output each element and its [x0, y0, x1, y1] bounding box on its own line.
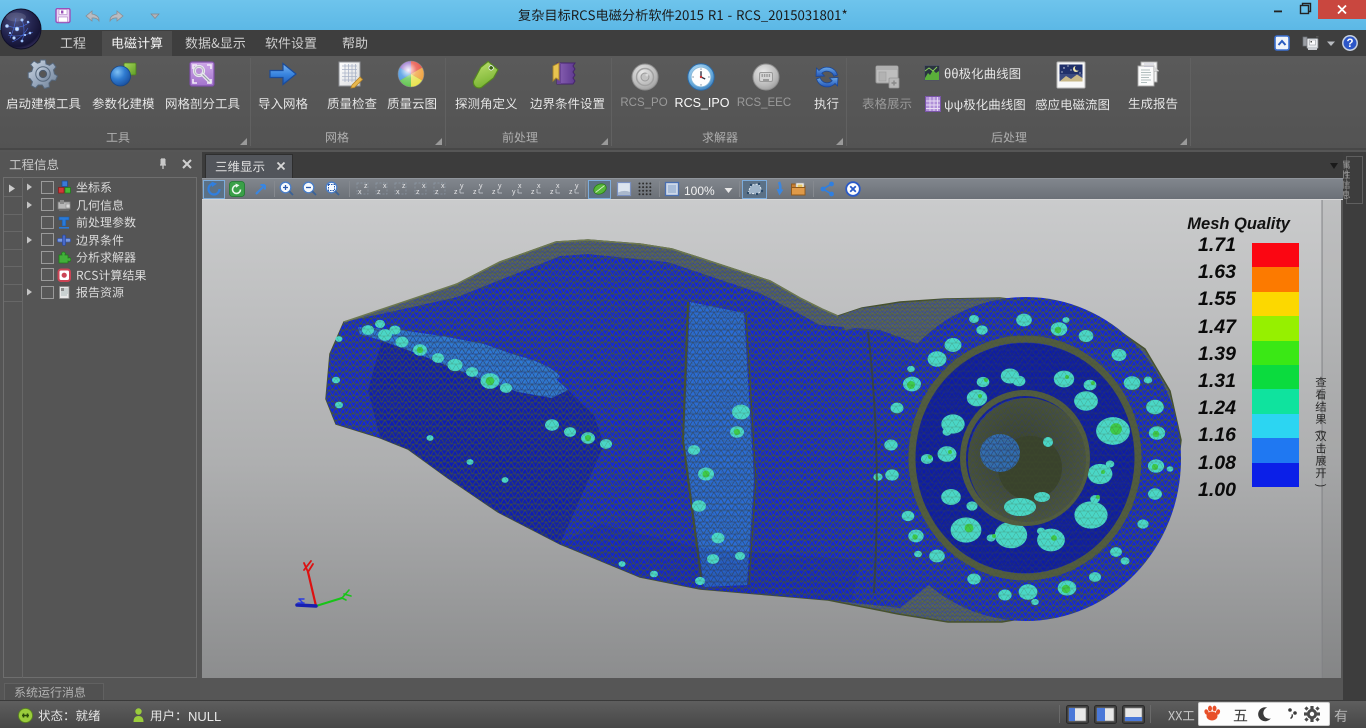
svg-text:x: x [556, 183, 560, 190]
svg-text:x: x [518, 183, 522, 190]
svg-text:z: z [492, 189, 496, 196]
svg-text:z: z [454, 189, 458, 196]
svg-text:z: z [473, 189, 477, 196]
svg-text:y: y [575, 183, 579, 190]
svg-text:z: z [364, 183, 368, 190]
svg-text:z: z [435, 189, 439, 196]
svg-text:x: x [383, 183, 387, 190]
svg-text:x: x [422, 183, 426, 190]
svg-text:y: y [460, 183, 464, 190]
svg-text:z: z [377, 189, 381, 196]
svg-text:z: z [416, 189, 420, 196]
svg-text:z: z [531, 189, 535, 196]
svg-text:y: y [512, 189, 516, 196]
svg-text:x: x [396, 189, 400, 196]
svg-text:z: z [402, 183, 406, 190]
svg-text:z: z [569, 189, 573, 196]
svg-text:?: ? [1346, 38, 1353, 50]
svg-text:y: y [498, 183, 502, 190]
svg-text:x: x [441, 183, 445, 190]
svg-text:x: x [537, 183, 541, 190]
svg-text:y: y [479, 183, 483, 190]
svg-text:z: z [550, 189, 554, 196]
svg-text:x: x [358, 189, 362, 196]
